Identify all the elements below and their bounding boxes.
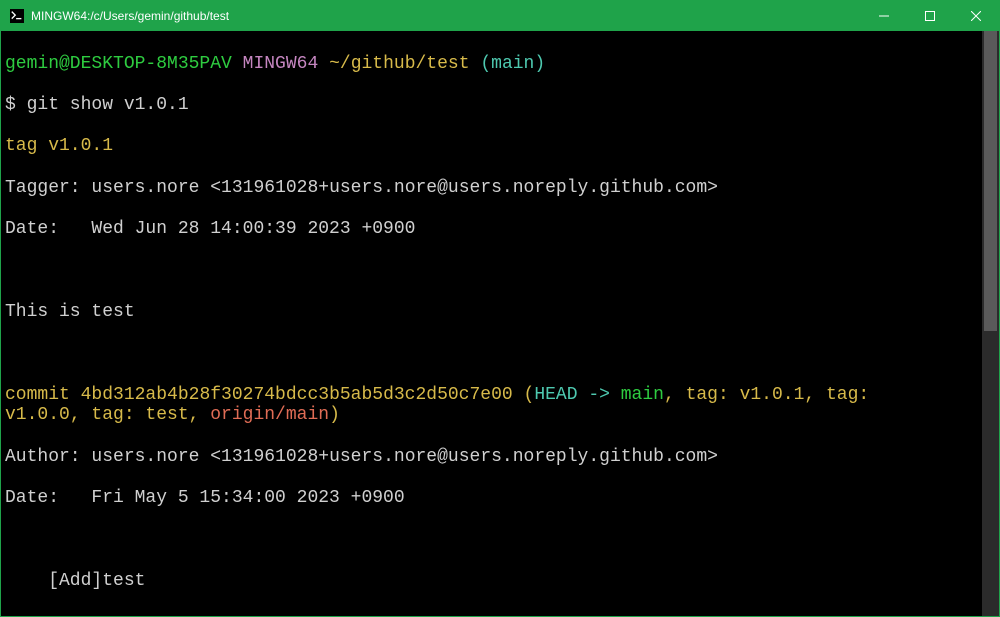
- maximize-button[interactable]: [907, 1, 953, 31]
- terminal-body[interactable]: gemin@DESKTOP-8M35PAV MINGW64 ~/github/t…: [1, 31, 999, 616]
- terminal-window: MINGW64:/c/Users/gemin/github/test gemin…: [0, 0, 1000, 617]
- prompt-user-host: gemin@DESKTOP-8M35PAV: [5, 54, 232, 74]
- tag-header: tag v1.0.1: [5, 136, 981, 157]
- commit-message: [Add]test: [5, 571, 981, 592]
- window-title: MINGW64:/c/Users/gemin/github/test: [31, 9, 229, 23]
- commit-date: Date: Fri May 5 15:34:00 2023 +0900: [5, 488, 981, 509]
- command-line: $ git show v1.0.1: [5, 95, 981, 116]
- app-icon: [9, 8, 25, 24]
- tag-date: Date: Wed Jun 28 14:00:39 2023 +0900: [5, 219, 981, 240]
- commit-line: commit 4bd312ab4b28f30274bdcc3b5ab5d3c2d…: [5, 385, 981, 426]
- minimize-button[interactable]: [861, 1, 907, 31]
- scrollbar-thumb[interactable]: [984, 31, 997, 331]
- tag-message: This is test: [5, 302, 981, 323]
- scrollbar[interactable]: [982, 31, 999, 616]
- author-line: Author: users.nore <131961028+users.nore…: [5, 447, 981, 468]
- prompt-branch: (main): [480, 54, 545, 74]
- prompt-path: ~/github/test: [329, 54, 469, 74]
- prompt-env: MINGW64: [243, 54, 319, 74]
- titlebar-left: MINGW64:/c/Users/gemin/github/test: [1, 8, 229, 24]
- titlebar-controls: [861, 1, 999, 31]
- terminal-output: gemin@DESKTOP-8M35PAV MINGW64 ~/github/t…: [5, 33, 981, 616]
- close-button[interactable]: [953, 1, 999, 31]
- tagger-line: Tagger: users.nore <131961028+users.nore…: [5, 178, 981, 199]
- titlebar[interactable]: MINGW64:/c/Users/gemin/github/test: [1, 1, 999, 31]
